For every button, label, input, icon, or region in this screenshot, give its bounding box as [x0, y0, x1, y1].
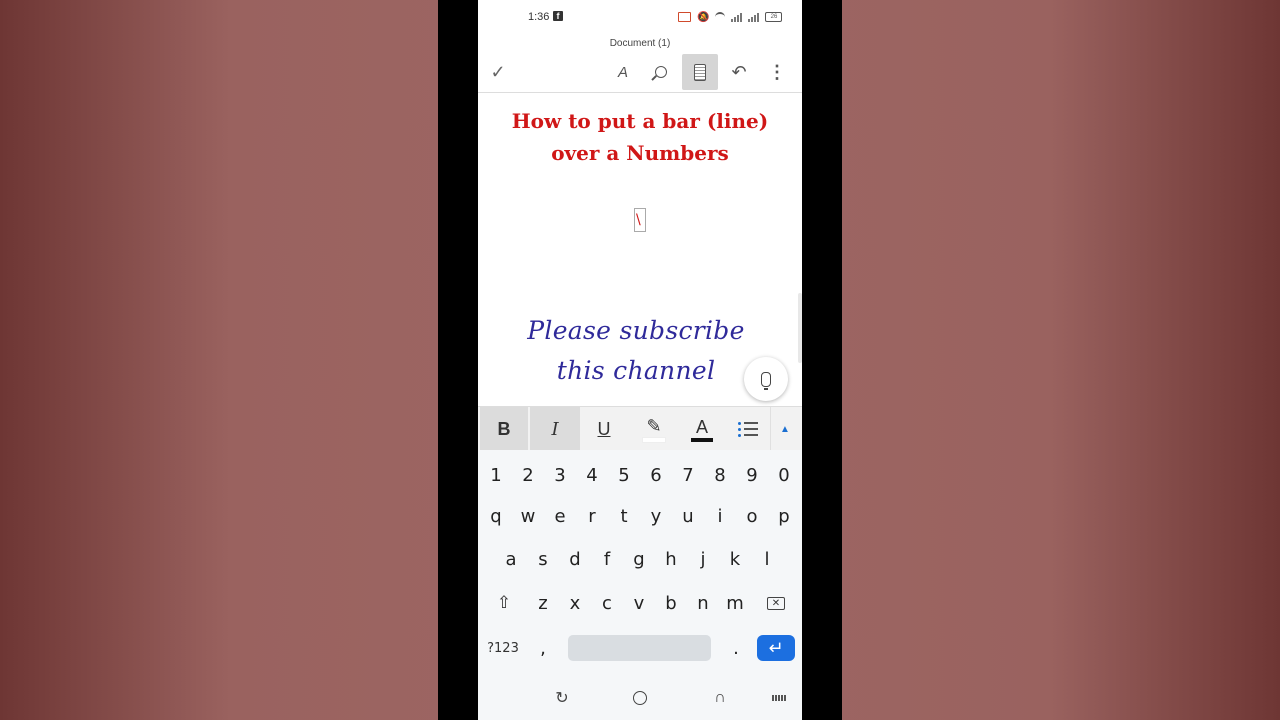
number-key[interactable]: 6: [640, 455, 672, 495]
keyboard: 1234567890 qwertyuiop asdfghjkl ⇧ ✕ zxcv…: [478, 450, 802, 676]
italic-button[interactable]: I: [530, 407, 580, 451]
status-time: 1:36: [528, 11, 550, 23]
search-icon[interactable]: [643, 54, 679, 90]
highlighter-icon: ✎: [646, 415, 662, 436]
bullet-list-button[interactable]: [730, 407, 766, 451]
navigation-bar: ↻ ∩: [478, 676, 802, 720]
status-icons: 🔕 26: [678, 10, 783, 24]
number-row: 1234567890: [478, 455, 802, 495]
number-key[interactable]: 8: [704, 455, 736, 495]
heading-line-2: over a Numbers: [551, 141, 729, 165]
draw-icon[interactable]: A: [605, 54, 641, 90]
dictate-mic-button[interactable]: [744, 357, 788, 401]
undo-icon[interactable]: ↶: [721, 54, 757, 90]
backspace-key[interactable]: ✕: [760, 583, 792, 623]
equation-box[interactable]: \: [634, 208, 646, 232]
enter-key[interactable]: ↵: [757, 635, 795, 661]
letter-row-2: asdfghjkl: [478, 539, 802, 579]
signal-icon: [731, 12, 743, 22]
font-color-swatch: [691, 437, 713, 442]
check-icon[interactable]: ✓: [480, 54, 516, 90]
phone-screen: 1:36 f 🔕 26 Document (1) ✓ A ↶ ⋮ How to …: [478, 0, 802, 720]
letter-key[interactable]: g: [623, 539, 655, 579]
highlight-button[interactable]: ✎: [630, 407, 678, 451]
wifi-icon: [715, 12, 726, 22]
bold-button[interactable]: B: [480, 407, 528, 451]
letter-key[interactable]: e: [544, 496, 576, 536]
number-key[interactable]: 1: [480, 455, 512, 495]
back-icon[interactable]: ∩: [710, 688, 730, 708]
document-canvas[interactable]: How to put a bar (line) over a Numbers \…: [478, 93, 802, 406]
signal-icon-2: [748, 12, 760, 22]
equation-mark: \: [636, 212, 641, 228]
space-key[interactable]: [568, 635, 711, 661]
mic-icon: [761, 371, 771, 390]
mute-icon: 🔕: [697, 11, 710, 23]
letter-key[interactable]: w: [512, 496, 544, 536]
letter-key[interactable]: d: [559, 539, 591, 579]
number-key[interactable]: 7: [672, 455, 704, 495]
number-key[interactable]: 3: [544, 455, 576, 495]
letter-key[interactable]: q: [480, 496, 512, 536]
letter-key[interactable]: j: [687, 539, 719, 579]
letter-row-3: ⇧ ✕ zxcvbnm: [478, 583, 802, 623]
scroll-handle[interactable]: [798, 293, 802, 363]
font-color-icon: A: [695, 416, 708, 437]
comma-key[interactable]: ,: [530, 628, 556, 668]
letter-key[interactable]: a: [495, 539, 527, 579]
word-toolbar: ✓ A ↶ ⋮: [478, 52, 802, 93]
period-key[interactable]: .: [724, 628, 748, 668]
font-color-button[interactable]: A: [678, 407, 726, 451]
letter-key[interactable]: k: [719, 539, 751, 579]
symbols-key[interactable]: ?123: [484, 628, 522, 668]
letter-key[interactable]: z: [527, 583, 559, 623]
expand-toolbar-icon[interactable]: ▲: [770, 407, 799, 451]
letter-key[interactable]: t: [608, 496, 640, 536]
letter-row-1: qwertyuiop: [478, 496, 802, 536]
battery-icon: 26: [765, 12, 783, 22]
number-key[interactable]: 0: [768, 455, 800, 495]
letter-key[interactable]: h: [655, 539, 687, 579]
document-heading: How to put a bar (line) over a Numbers: [478, 105, 802, 169]
letter-key[interactable]: p: [768, 496, 800, 536]
letter-key[interactable]: n: [687, 583, 719, 623]
cast-icon: [678, 12, 691, 22]
letter-key[interactable]: r: [576, 496, 608, 536]
letter-key[interactable]: c: [591, 583, 623, 623]
letter-key[interactable]: s: [527, 539, 559, 579]
backspace-icon: ✕: [767, 596, 785, 610]
facebook-icon: f: [553, 11, 563, 21]
more-options-icon[interactable]: ⋮: [759, 54, 795, 90]
letter-key[interactable]: b: [655, 583, 687, 623]
letter-key[interactable]: y: [640, 496, 672, 536]
letter-key[interactable]: l: [751, 539, 783, 579]
subscribe-line-1: Please subscribe: [527, 316, 745, 345]
recent-apps-icon[interactable]: ↻: [552, 688, 572, 708]
underline-button[interactable]: U: [580, 407, 628, 451]
heading-line-1: How to put a bar (line): [511, 109, 769, 133]
letter-key[interactable]: v: [623, 583, 655, 623]
mobile-view-icon[interactable]: [682, 54, 718, 90]
number-key[interactable]: 2: [512, 455, 544, 495]
keyboard-switch-icon[interactable]: [770, 688, 788, 708]
highlight-swatch: [642, 436, 666, 443]
letter-key[interactable]: o: [736, 496, 768, 536]
letter-key[interactable]: i: [704, 496, 736, 536]
number-key[interactable]: 4: [576, 455, 608, 495]
number-key[interactable]: 9: [736, 455, 768, 495]
shift-key[interactable]: ⇧: [488, 583, 520, 623]
number-key[interactable]: 5: [608, 455, 640, 495]
status-bar: 1:36 f 🔕 26: [478, 0, 802, 34]
letter-key[interactable]: f: [591, 539, 623, 579]
letter-key[interactable]: x: [559, 583, 591, 623]
format-bar: B I U ✎ A ▲: [478, 406, 802, 451]
bottom-row: ?123 , . ↵: [478, 628, 802, 668]
home-icon[interactable]: [630, 688, 650, 708]
document-title: Document (1): [609, 38, 671, 49]
letter-key[interactable]: m: [719, 583, 751, 623]
letter-key[interactable]: u: [672, 496, 704, 536]
